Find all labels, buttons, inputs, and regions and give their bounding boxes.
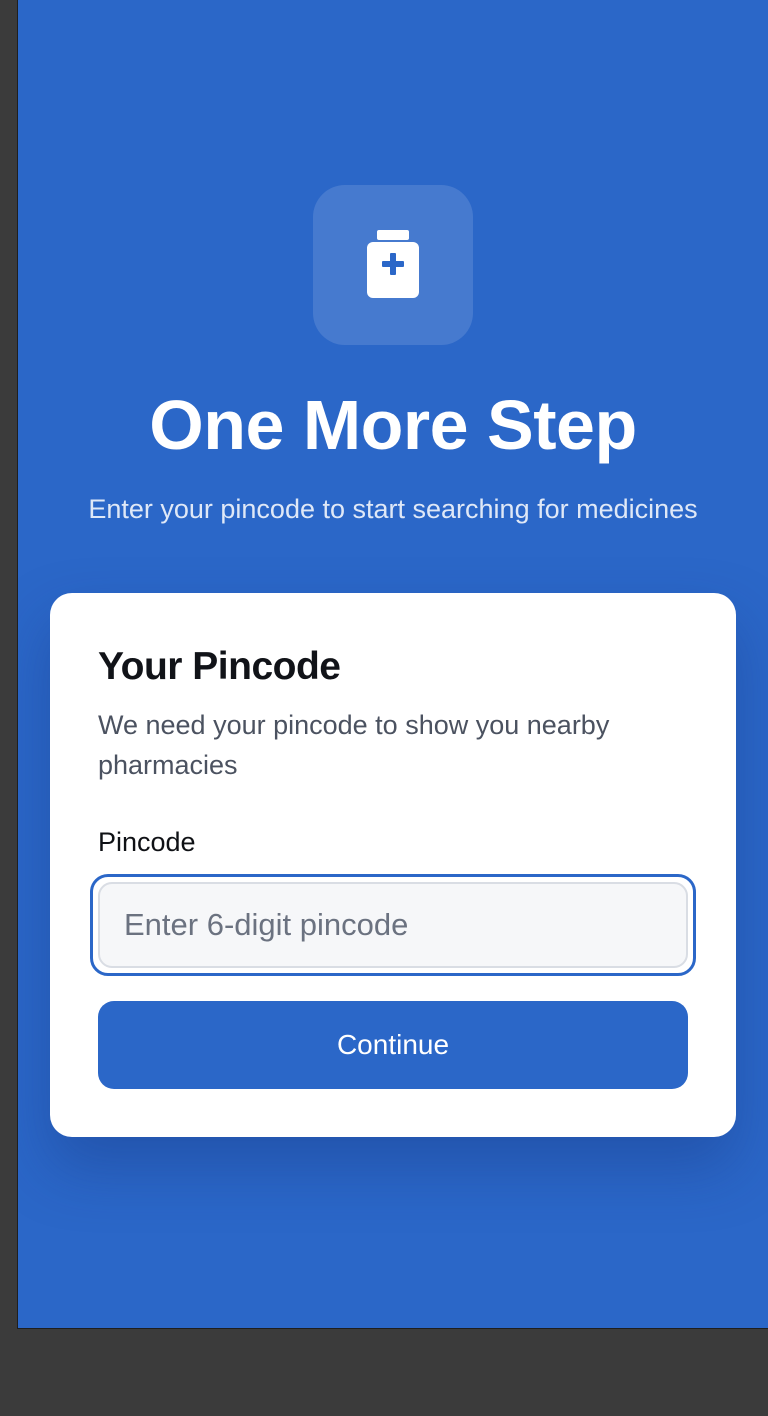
page-subtitle: Enter your pincode to start searching fo… [88,494,698,524]
medicine-bottle-plus-icon [367,230,419,298]
onboarding-screen: One More Step Enter your pincode to star… [18,0,768,1328]
continue-button[interactable]: Continue [98,1001,688,1089]
pincode-focus-ring [90,874,696,976]
pincode-input[interactable] [98,882,688,968]
card-description: We need your pincode to show you nearby … [98,710,610,780]
window-bottom-edge [17,1328,768,1329]
pincode-card: Your Pincode We need your pincode to sho… [50,593,736,1137]
page-title: One More Step [149,386,637,464]
app-icon-tile [313,185,473,345]
card-title: Your Pincode [98,645,341,688]
pincode-label: Pincode [98,827,196,857]
